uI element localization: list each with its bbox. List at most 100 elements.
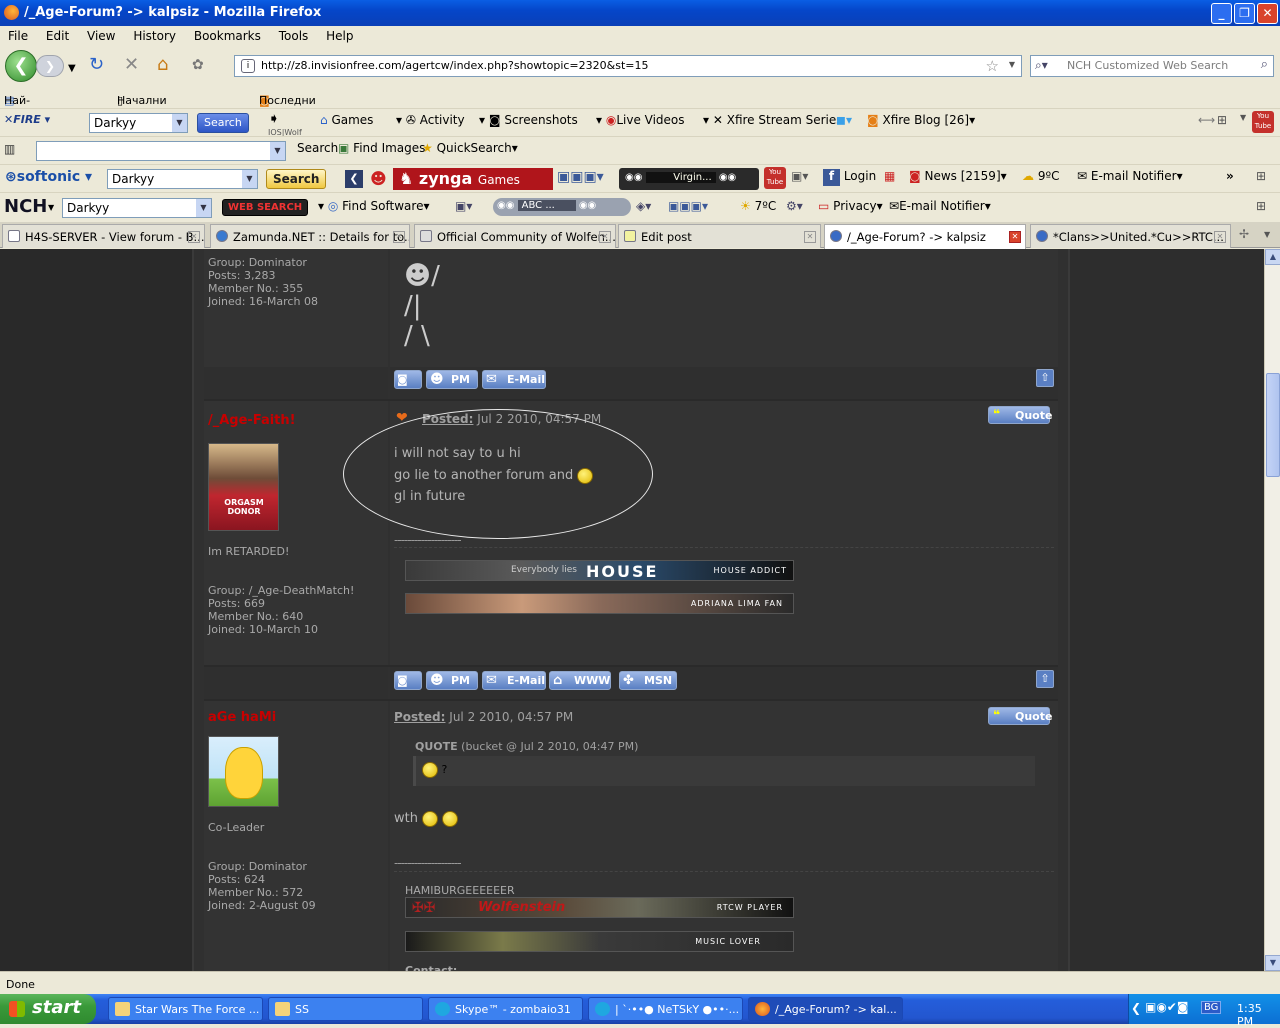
post0-pm-button[interactable]: ☻ PM — [426, 370, 478, 389]
taskbar-item-skype-chat[interactable]: | `·••● NeTSkY ●••·... — [588, 997, 743, 1021]
youtube-icon[interactable]: You Tube — [764, 167, 786, 189]
back-button[interactable]: ❮ — [5, 50, 37, 82]
search-go-icon[interactable]: ⌕ — [1261, 57, 1268, 72]
youtube-icon[interactable]: You Tube — [1252, 111, 1274, 133]
quicksearch-menu[interactable]: ★ QuickSearch▾ — [422, 141, 518, 155]
nch-email-notifier[interactable]: ✉E-mail Notifier▾ — [889, 199, 991, 213]
nch-privacy[interactable]: ▭ Privacy▾ — [818, 199, 883, 213]
xfire-screenshots[interactable]: ▾ ◙ Screenshots — [479, 113, 578, 127]
menu-help[interactable]: Help — [318, 26, 359, 43]
xfire-live-videos[interactable]: ▾ ◉Live Videos — [596, 113, 685, 127]
post1-quote-button[interactable]: ❝ Quote — [988, 406, 1052, 424]
tab-close-icon[interactable]: ✕ — [1009, 231, 1021, 243]
forward-button[interactable]: ❯ — [36, 55, 64, 77]
scroll-down-icon[interactable]: ▼ — [1265, 955, 1280, 971]
xfire-activity[interactable]: ▾ ✇ Activity — [396, 113, 465, 127]
toolbar-add-icon[interactable]: ⊞ — [1217, 113, 1227, 127]
taskbar-item-folder2[interactable]: SS — [268, 997, 423, 1021]
search-engine-icon[interactable]: ⌕▾ — [1035, 58, 1048, 73]
home-icon[interactable]: ⌂ — [157, 56, 168, 74]
tab-wolfenstein[interactable]: Official Community of Wolfen... ✕ — [414, 224, 616, 248]
quicksearch-input[interactable] — [36, 141, 286, 161]
xfire-blog[interactable]: ◙ Xfire Blog [26]▾ — [867, 113, 975, 127]
play-icon[interactable]: ◉◉ — [625, 172, 642, 183]
toolbar-scroll-icon[interactable]: ⟷ — [1198, 113, 1215, 127]
xfire-arrow-icon[interactable]: ➧ — [268, 111, 280, 127]
menu-edit[interactable]: Edit — [38, 26, 75, 43]
toolbar-add-icon[interactable]: ⊞ — [1256, 169, 1266, 183]
quicksearch-search[interactable]: Search — [297, 141, 338, 155]
weather-widget[interactable]: ☁ 9ºC — [1022, 169, 1060, 183]
tab-h4s-server[interactable]: H4S-SERVER - View forum - B... ✕ — [2, 224, 205, 248]
minimize-button[interactable]: _ — [1211, 3, 1232, 24]
tab-close-icon[interactable]: ✕ — [1214, 231, 1226, 243]
menu-bookmarks[interactable]: Bookmarks — [186, 26, 267, 43]
post0-profile-button[interactable]: ◙ — [394, 370, 422, 389]
post1-pm-button[interactable]: ☻ PM — [426, 671, 478, 690]
xfire-stream-series[interactable]: ▾ ✕ Xfire Stream Series — [703, 113, 843, 127]
tab-close-icon[interactable]: ✕ — [393, 231, 405, 243]
all-tabs-icon[interactable]: ▼ — [1264, 230, 1270, 239]
post0-top-button[interactable]: ⇧ — [1036, 369, 1054, 387]
news-feed[interactable]: ◙ News [2159]▾ — [909, 169, 1007, 183]
menu-history[interactable]: History — [125, 26, 182, 43]
social-icons[interactable]: ▣▣▣▾ — [557, 169, 604, 185]
tab-scroll-icon[interactable]: ✢ — [1239, 227, 1249, 241]
tab-age-forum[interactable]: /_Age-Forum? -> kalpsiz ✕ — [824, 224, 1026, 249]
softonic-search-combo[interactable]: Darkyy — [107, 169, 258, 189]
nch-social-icons[interactable]: ▣▣▣▾ — [668, 199, 708, 213]
bookmark-star-icon[interactable]: ☆ — [986, 57, 999, 75]
back-arrow-icon[interactable]: ❮ — [345, 170, 363, 188]
softonic-search-button[interactable]: Search — [266, 169, 327, 189]
nch-player[interactable]: ◉◉ ABC ... ◉◉ — [493, 198, 631, 216]
menu-tools[interactable]: Tools — [271, 26, 315, 43]
scroll-up-icon[interactable]: ▲ — [1265, 249, 1280, 265]
mario-icon[interactable]: ☻ — [370, 169, 387, 188]
tab-close-icon[interactable]: ✕ — [599, 231, 611, 243]
clock[interactable]: 1:35 PM — [1237, 1002, 1280, 1028]
nch-search-combo[interactable]: Darkyy — [62, 198, 212, 218]
post1-profile-button[interactable]: ◙ — [394, 671, 422, 690]
nch-find-software[interactable]: ▾ ◎ Find Software▾ — [318, 199, 430, 213]
chevron-right-icon[interactable]: » — [1226, 169, 1234, 183]
email-notifier[interactable]: ✉ E-mail Notifier▾ — [1077, 169, 1183, 183]
menu-file[interactable]: File — [0, 26, 34, 43]
post2-author-name[interactable]: aGe haMi — [208, 710, 276, 725]
post1-top-button[interactable]: ⇧ — [1036, 670, 1054, 688]
tab-close-icon[interactable]: ✕ — [804, 231, 816, 243]
start-button[interactable]: start — [0, 994, 96, 1024]
tab-close-icon[interactable]: ✕ — [188, 231, 200, 243]
nch-dropdown-icon[interactable]: ▼ — [48, 203, 54, 212]
xfire-games[interactable]: ⌂ Games — [320, 113, 373, 127]
nch-window-icon[interactable]: ▣▾ — [455, 199, 472, 213]
maximize-button[interactable]: ❐ — [1234, 3, 1255, 24]
tray-icons[interactable]: ▣◉✔◙ — [1145, 1000, 1189, 1014]
nch-web-search-button[interactable]: WEB SEARCH — [222, 199, 309, 216]
nch-weather[interactable]: ☀ 7ºC — [740, 199, 776, 213]
facebook-login[interactable]: f Login — [823, 169, 876, 186]
tab-edit-post[interactable]: Edit post ✕ — [618, 224, 821, 248]
post1-author-name[interactable]: /_Age-Faith! — [208, 413, 296, 428]
close-button[interactable]: ✕ — [1257, 3, 1278, 24]
nch-tools-icon[interactable]: ◈▾ — [636, 199, 651, 213]
window-icon[interactable]: ▣▾ — [791, 169, 808, 183]
tab-zamunda[interactable]: Zamunda.NET :: Details for to... ✕ — [210, 224, 410, 248]
zynga-games-button[interactable]: ♞ zynga Games — [393, 168, 553, 190]
xfire-search-button[interactable]: Search — [197, 113, 249, 133]
menu-view[interactable]: View — [79, 26, 121, 43]
find-images[interactable]: ▣ Find Images — [338, 141, 425, 155]
toolbar-add-icon[interactable]: ⊞ — [1256, 199, 1266, 213]
post1-www-button[interactable]: ⌂ WWW — [549, 671, 611, 690]
taskbar-item-skype[interactable]: Skype™ - zombaio31 — [428, 997, 583, 1021]
xfire-search-combo[interactable]: Darkyy — [89, 113, 188, 133]
post0-email-button[interactable]: ✉ E-Mail — [482, 370, 546, 389]
gift-icon[interactable]: ▦ — [884, 169, 895, 183]
posted-label[interactable]: Posted: — [394, 710, 445, 724]
radio-player[interactable]: ◉◉ Virgin... ◉◉ — [619, 168, 759, 190]
post2-quote-button[interactable]: ❝ Quote — [988, 707, 1052, 725]
language-indicator[interactable]: BG — [1201, 1001, 1222, 1014]
url-dropdown-icon[interactable]: ▼ — [1009, 60, 1015, 69]
toolbar-dropdown-icon[interactable]: ▼ — [1240, 113, 1246, 122]
reload-icon[interactable]: ↻ — [89, 56, 104, 74]
nch-gear-icon[interactable]: ⚙▾ — [786, 199, 803, 213]
